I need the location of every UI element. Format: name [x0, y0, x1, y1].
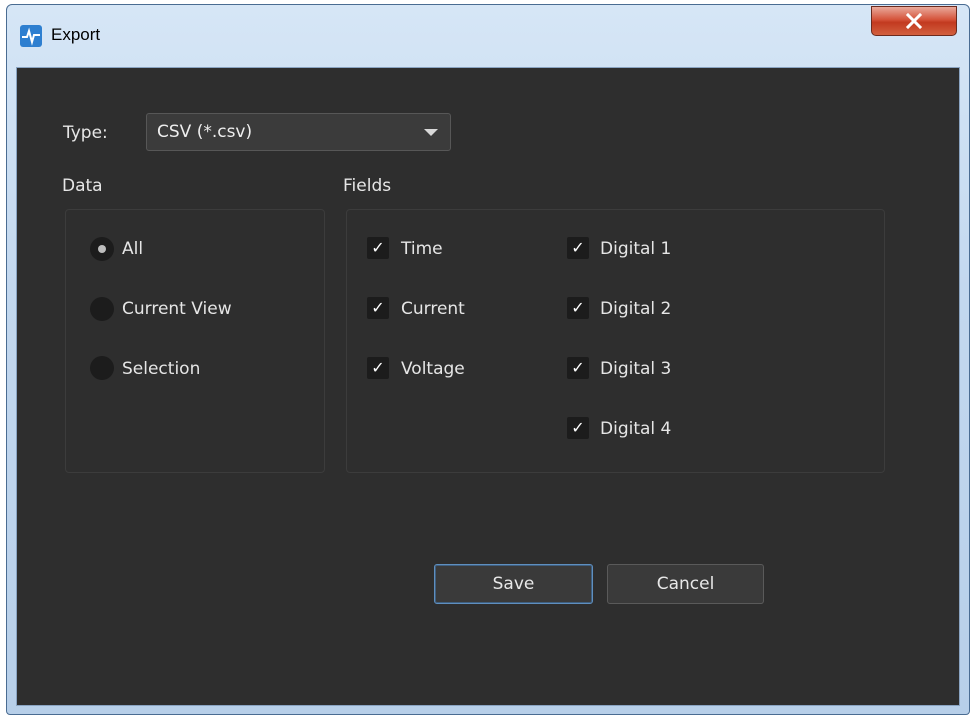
chevron-down-icon [424, 129, 438, 136]
cancel-button[interactable]: Cancel [607, 564, 764, 604]
checkbox-digital-3-label[interactable]: Digital 3 [600, 359, 671, 379]
radio-current-view-label[interactable]: Current View [122, 299, 232, 319]
type-dropdown[interactable]: CSV (*.csv) [146, 113, 451, 151]
radio-all[interactable] [90, 237, 114, 261]
checkbox-voltage-label[interactable]: Voltage [401, 359, 465, 379]
type-label: Type: [63, 123, 108, 143]
window-title: Export [51, 25, 101, 44]
type-selected-value: CSV (*.csv) [157, 122, 253, 142]
checkbox-current-label[interactable]: Current [401, 299, 465, 319]
data-group-label: Data [62, 176, 103, 196]
dialog-body: Type: CSV (*.csv) Data All Current View … [16, 67, 960, 706]
checkbox-current[interactable]: ✓ [367, 297, 389, 319]
radio-all-label[interactable]: All [122, 239, 143, 259]
export-dialog-window: Export Type: CSV (*.csv) Data All Curren… [6, 4, 970, 715]
close-button[interactable] [871, 6, 957, 36]
waveform-app-icon [20, 25, 42, 47]
radio-selection-label[interactable]: Selection [122, 359, 200, 379]
radio-selection[interactable] [90, 356, 114, 380]
checkbox-voltage[interactable]: ✓ [367, 357, 389, 379]
checkbox-digital-2[interactable]: ✓ [567, 297, 589, 319]
checkbox-digital-2-label[interactable]: Digital 2 [600, 299, 671, 319]
fields-group-label: Fields [343, 176, 392, 196]
checkbox-digital-4[interactable]: ✓ [567, 417, 589, 439]
checkbox-time[interactable]: ✓ [367, 237, 389, 259]
checkbox-digital-3[interactable]: ✓ [567, 357, 589, 379]
checkbox-digital-4-label[interactable]: Digital 4 [600, 419, 671, 439]
checkbox-time-label[interactable]: Time [401, 239, 443, 259]
radio-current-view[interactable] [90, 297, 114, 321]
title-bar[interactable]: Export [7, 5, 969, 67]
close-icon [905, 13, 923, 29]
checkbox-digital-1[interactable]: ✓ [567, 237, 589, 259]
checkbox-digital-1-label[interactable]: Digital 1 [600, 239, 671, 259]
save-button[interactable]: Save [434, 564, 593, 604]
